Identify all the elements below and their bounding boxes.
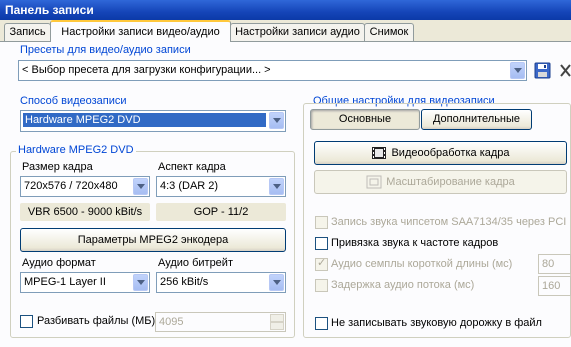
chevron-down-icon[interactable] <box>269 112 284 129</box>
vbr-info: VBR 6500 - 9000 kBit/s <box>20 203 150 221</box>
audio-delay-label: Задержка аудио потока (мс) <box>331 279 475 291</box>
audio-bitrate-label: Аудио битрейт <box>158 257 233 269</box>
frame-size-select[interactable]: 720x576 / 720x480 <box>20 176 150 197</box>
saa-audio-label: Запись звука чипсетом SAA7134/35 через P… <box>331 216 567 228</box>
chevron-down-icon[interactable] <box>133 178 148 195</box>
split-size-field[interactable]: 4095 <box>155 312 286 332</box>
spin-up-icon[interactable] <box>270 314 284 322</box>
tab-video-audio-settings[interactable]: Настройки записи видео/аудио <box>50 20 231 42</box>
chevron-down-icon[interactable] <box>269 178 284 195</box>
hw-mpeg2-title: Hardware MPEG2 DVD <box>16 144 136 156</box>
split-size-value: 4095 <box>159 316 184 328</box>
close-icon[interactable] <box>558 62 571 79</box>
tab-snapshot[interactable]: Снимок <box>364 23 414 41</box>
chevron-down-icon[interactable] <box>133 274 148 291</box>
audio-delay-field: 160 <box>538 276 571 296</box>
video-method-value: Hardware MPEG2 DVD <box>23 113 266 127</box>
chevron-down-icon[interactable] <box>510 62 525 79</box>
split-files-label: Разбивать файлы (МБ) <box>37 315 156 327</box>
preset-select-value: < Выбор пресета для загрузки конфигураци… <box>22 64 271 76</box>
short-samples-label: Аудио семплы короткой длины (мс) <box>331 258 513 270</box>
audio-format-select[interactable]: MPEG-1 Layer II <box>20 272 150 293</box>
tab-audio-settings[interactable]: Настройки записи аудио <box>230 23 365 41</box>
bind-audio-label: Привязка звука к частоте кадров <box>331 237 499 249</box>
audio-bitrate-value: 256 kBit/s <box>160 276 209 288</box>
presets-title: Пресеты для видео/аудио записи <box>18 44 193 56</box>
audio-bitrate-select[interactable]: 256 kBit/s <box>156 272 286 293</box>
chevron-down-icon[interactable] <box>269 274 284 291</box>
short-samples-value: 80 <box>542 258 555 270</box>
tab-strip: Запись Настройки записи видео/аудио Наст… <box>0 20 571 42</box>
short-samples-checkbox <box>315 256 328 271</box>
audio-format-value: MPEG-1 Layer II <box>24 276 106 288</box>
video-method-select[interactable]: Hardware MPEG2 DVD <box>20 110 286 132</box>
aspect-label: Аспект кадра <box>158 161 226 173</box>
audio-delay-value: 160 <box>542 280 561 292</box>
spin-down-icon[interactable] <box>270 322 284 330</box>
window-title: Панель записи <box>0 0 571 20</box>
video-method-title: Способ видеозаписи <box>18 95 129 107</box>
audio-delay-checkbox <box>315 279 328 292</box>
short-samples-field: 80 <box>538 254 571 274</box>
aspect-value: 4:3 (DAR 2) <box>160 180 219 192</box>
saa-audio-checkbox <box>315 216 328 229</box>
audio-format-label: Аудио формат <box>22 257 96 269</box>
gop-info: GOP - 11/2 <box>156 203 286 221</box>
frame-size-value: 720x576 / 720x480 <box>24 180 118 192</box>
preset-select[interactable]: < Выбор пресета для загрузки конфигураци… <box>18 60 527 81</box>
no-audio-track-checkbox[interactable] <box>315 317 328 330</box>
split-files-checkbox[interactable] <box>20 315 33 328</box>
save-preset-icon[interactable] <box>533 61 552 80</box>
encoder-params-button[interactable]: Параметры MPEG2 энкодера <box>20 228 286 252</box>
aspect-select[interactable]: 4:3 (DAR 2) <box>156 176 286 197</box>
bind-audio-checkbox[interactable] <box>315 237 328 250</box>
frame-size-label: Размер кадра <box>22 161 93 173</box>
tab-record[interactable]: Запись <box>4 23 51 41</box>
settings-panel: Пресеты для видео/аудио записи < Выбор п… <box>0 41 571 347</box>
no-audio-track-label: Не записывать звуковую дорожку в файл <box>331 317 542 329</box>
